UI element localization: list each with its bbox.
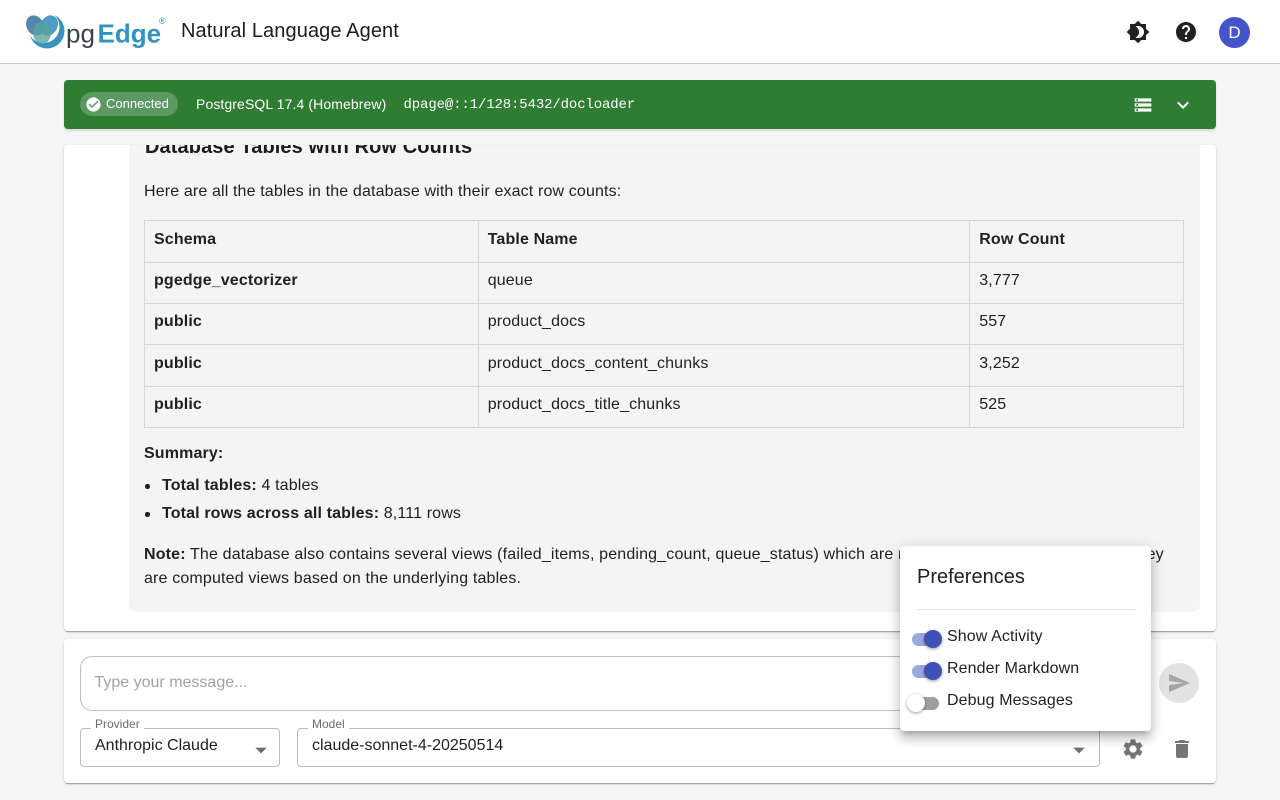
svg-text:®: ® — [159, 16, 166, 26]
svg-text:Edge: Edge — [98, 19, 162, 49]
svg-text:pg: pg — [66, 19, 95, 49]
